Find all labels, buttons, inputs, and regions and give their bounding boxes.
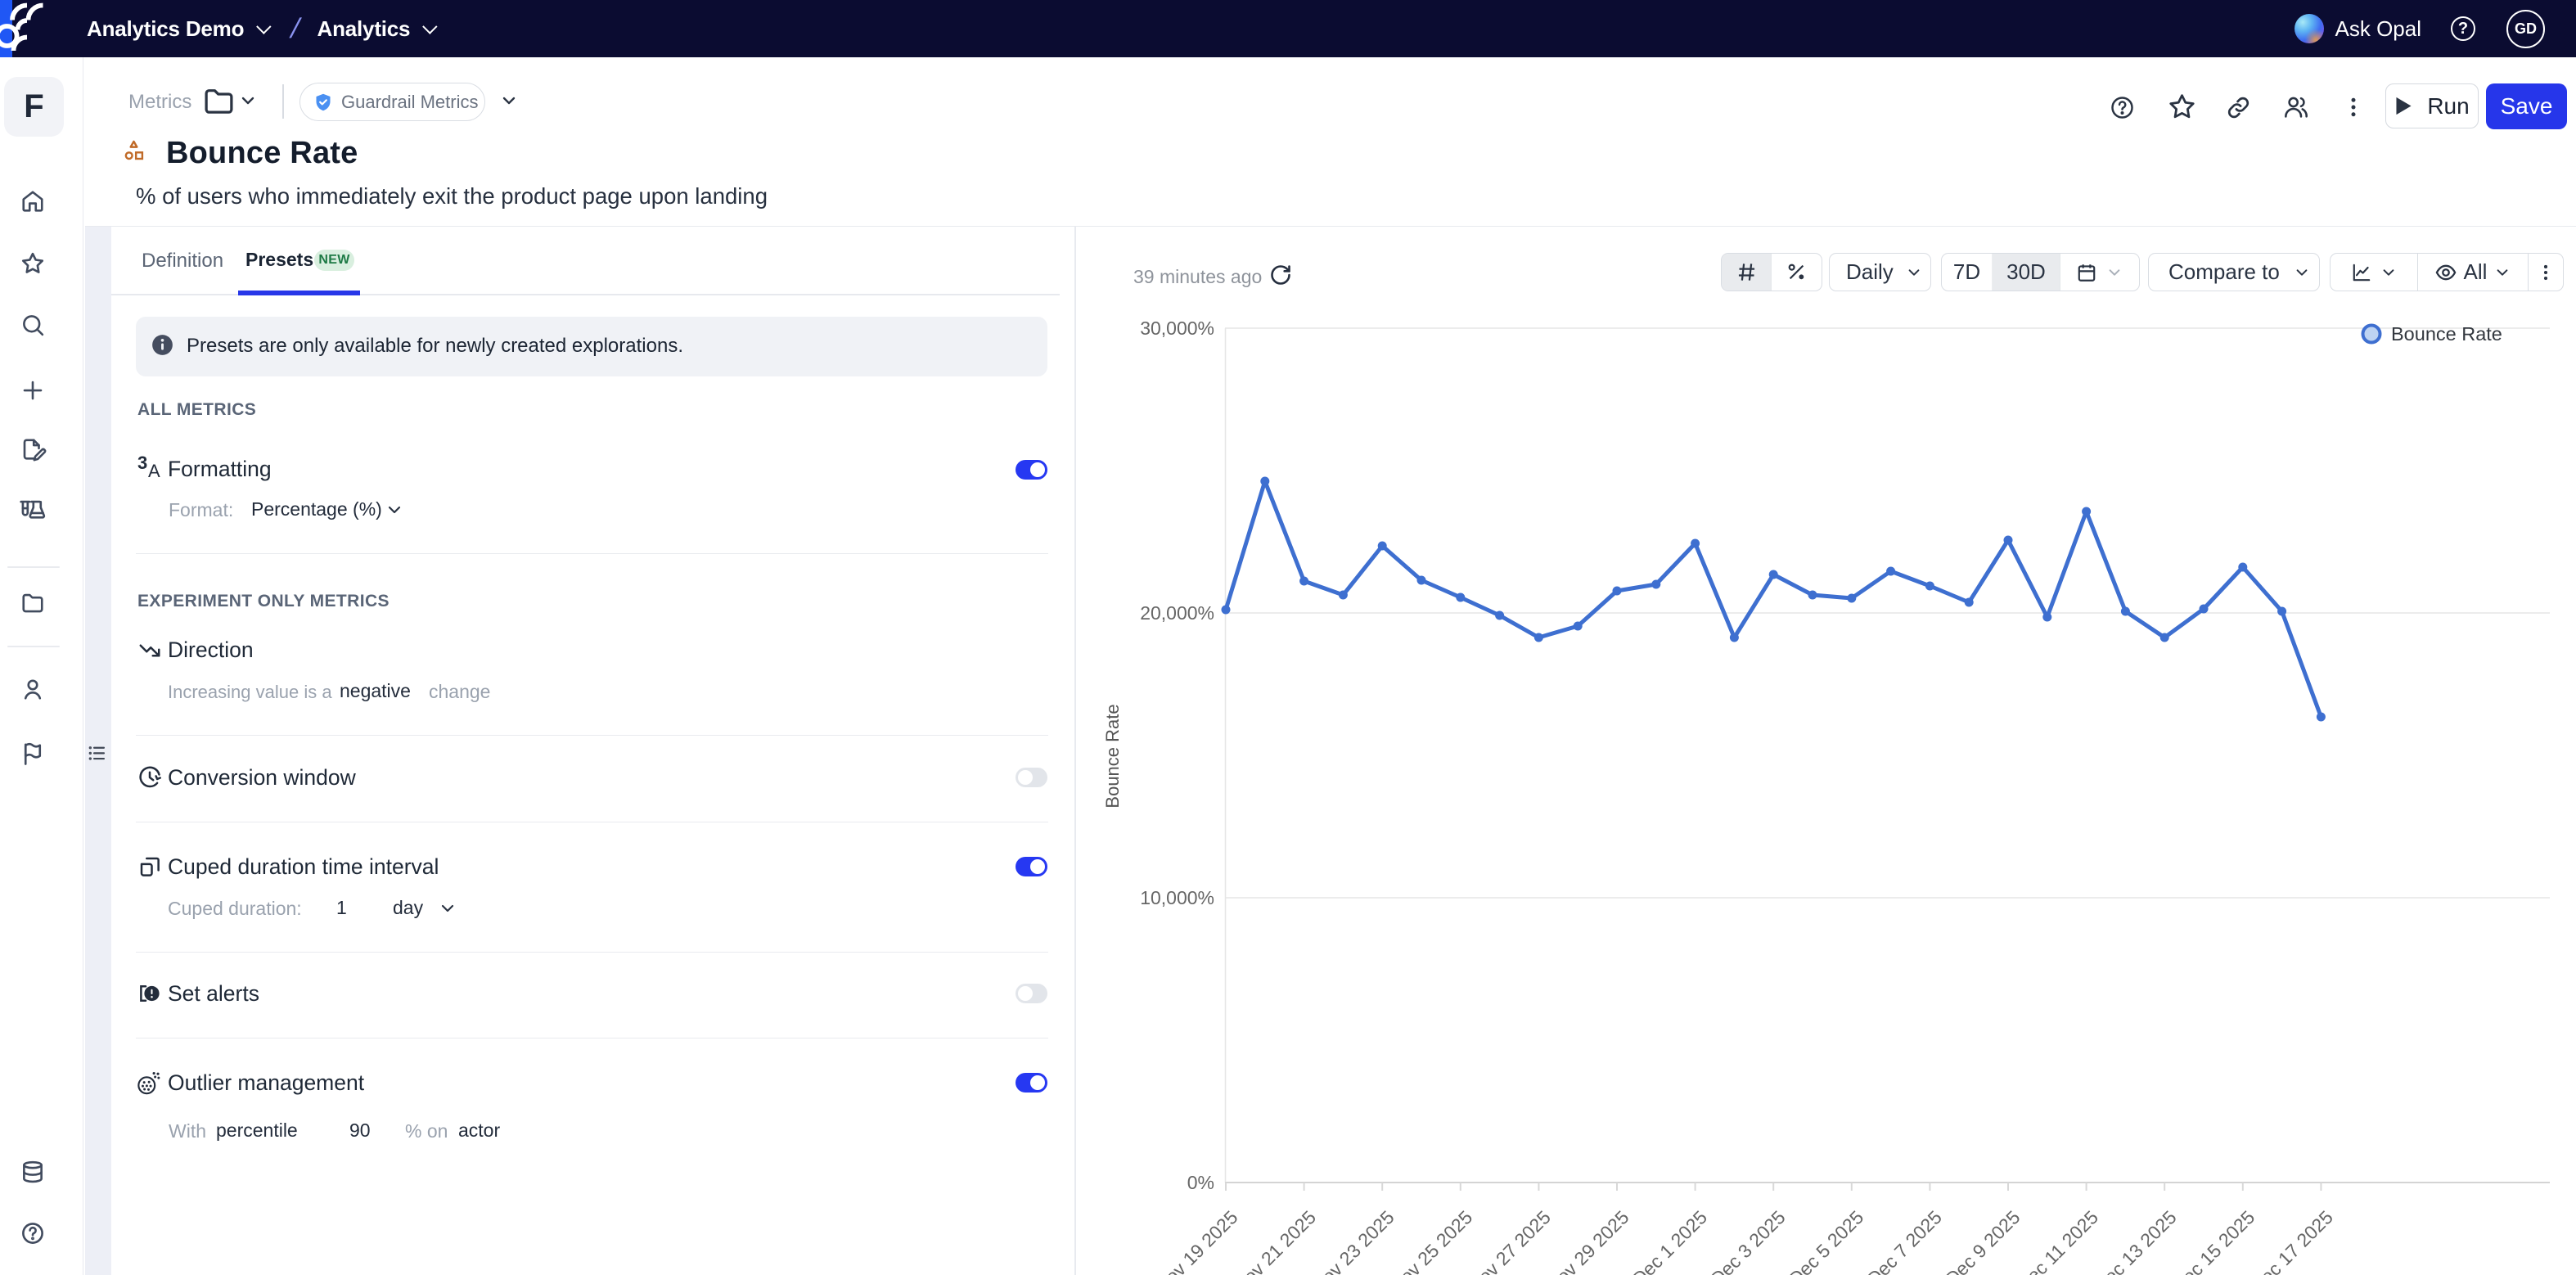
svg-text:Dec 15 2025: Dec 15 2025 <box>2168 1206 2259 1275</box>
svg-text:0%: 0% <box>1187 1172 1214 1193</box>
svg-text:20,000%: 20,000% <box>1140 602 1214 624</box>
svg-text:Dec 1 2025: Dec 1 2025 <box>1628 1206 1712 1275</box>
svg-text:Nov 27 2025: Nov 27 2025 <box>1464 1206 1555 1275</box>
svg-text:Dec 3 2025: Dec 3 2025 <box>1706 1206 1790 1275</box>
svg-text:30,000%: 30,000% <box>1140 318 1214 339</box>
svg-text:Bounce Rate: Bounce Rate <box>1102 704 1123 808</box>
svg-text:Dec 13 2025: Dec 13 2025 <box>2090 1206 2181 1275</box>
svg-text:Dec 9 2025: Dec 9 2025 <box>1941 1206 2024 1275</box>
svg-text:10,000%: 10,000% <box>1140 887 1214 908</box>
svg-text:Nov 23 2025: Nov 23 2025 <box>1308 1206 1398 1275</box>
svg-text:Dec 11 2025: Dec 11 2025 <box>2013 1206 2102 1275</box>
svg-text:Dec 7 2025: Dec 7 2025 <box>1862 1206 1946 1275</box>
svg-text:Nov 29 2025: Nov 29 2025 <box>1542 1206 1633 1275</box>
svg-text:Nov 25 2025: Nov 25 2025 <box>1386 1206 1477 1275</box>
svg-text:Dec 5 2025: Dec 5 2025 <box>1785 1206 1868 1275</box>
svg-text:Nov 21 2025: Nov 21 2025 <box>1230 1206 1321 1275</box>
svg-text:Dec 17 2025: Dec 17 2025 <box>2246 1206 2337 1275</box>
svg-text:Bounce Rate: Bounce Rate <box>2391 323 2502 345</box>
svg-text:Nov 19 2025: Nov 19 2025 <box>1151 1206 1242 1275</box>
